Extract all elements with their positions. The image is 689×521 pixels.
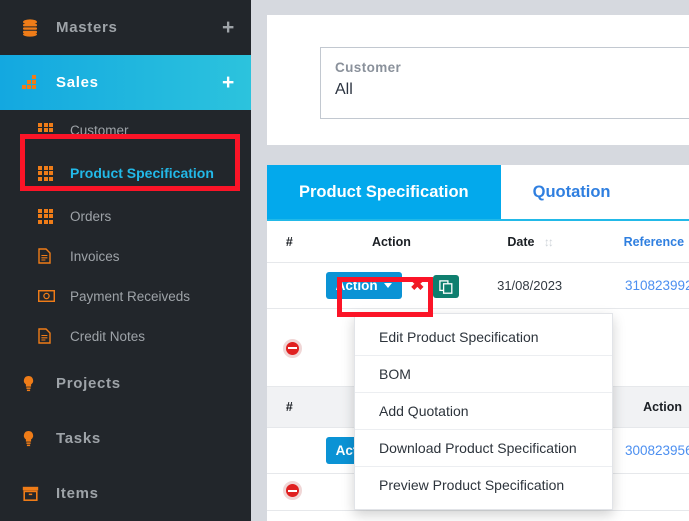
bulb-icon <box>22 375 52 393</box>
customer-select[interactable]: Customer All <box>320 47 689 119</box>
document-icon <box>38 328 68 344</box>
sidebar-group-projects[interactable]: Projects <box>0 356 251 411</box>
sidebar-item-label: Payment Receiveds <box>70 288 191 304</box>
table-row: Action ✖ 31/08/2023 3108239921 <box>267 263 689 309</box>
sidebar-item-customer[interactable]: Customer <box>0 110 251 150</box>
sidebar-group-items[interactable]: Items <box>0 466 251 521</box>
sidebar-group-tasks[interactable]: Tasks <box>0 411 251 466</box>
sub-column-header-hash: # <box>285 400 293 414</box>
reference-link[interactable]: 3008239561 <box>625 443 689 458</box>
sort-updown-icon[interactable]: ↕↕ <box>538 235 554 249</box>
filter-card: Customer All <box>267 15 689 145</box>
reference-link[interactable]: 3108239921 <box>625 278 689 293</box>
sidebar-item-invoices[interactable]: Invoices <box>0 236 251 276</box>
table-header: # Action Date ↕↕ Reference ↕↕ <box>267 221 689 263</box>
grid-icon <box>38 165 68 181</box>
sidebar: Masters + Sales + Customer Product Speci… <box>0 0 251 521</box>
minus-circle-icon[interactable] <box>282 338 302 358</box>
collapse-cell <box>267 474 312 511</box>
sidebar-item-label: Customer <box>70 122 129 138</box>
row-action-cell: Action ✖ <box>312 263 472 309</box>
customer-select-value: All <box>335 81 353 98</box>
sidebar-item-orders[interactable]: Orders <box>0 196 251 236</box>
sidebar-item-label: Product Specification <box>70 165 214 181</box>
menu-item-bom[interactable]: BOM <box>355 356 612 393</box>
bar-chart-icon <box>22 74 52 91</box>
collapse-cell <box>267 309 312 387</box>
sidebar-item-product-specification[interactable]: Product Specification <box>0 150 251 196</box>
action-dropdown-menu: Edit Product Specification BOM Add Quota… <box>354 313 613 510</box>
grid-icon <box>38 122 68 138</box>
add-sales-button[interactable]: + <box>222 72 235 93</box>
row-expander-cell <box>267 263 312 309</box>
menu-item-download-product-specification[interactable]: Download Product Specification <box>355 430 612 467</box>
sidebar-item-label: Orders <box>70 208 112 224</box>
records-panel: Product Specification Quotation # Action… <box>267 165 689 521</box>
copy-icon[interactable] <box>433 275 460 299</box>
column-header-date-label: Date <box>507 235 535 249</box>
menu-item-preview-product-specification[interactable]: Preview Product Specification <box>355 467 612 503</box>
row-expander-cell <box>267 428 312 474</box>
sidebar-item-credit-notes[interactable]: Credit Notes <box>0 316 251 356</box>
action-button-label: Action <box>335 278 378 293</box>
tab-label: Quotation <box>532 182 611 201</box>
sidebar-group-masters[interactable]: Masters + <box>0 0 251 55</box>
tab-label: Product Specification <box>299 182 469 201</box>
chevron-down-icon <box>383 283 392 288</box>
column-header-reference-label: Reference <box>623 235 685 249</box>
grid-icon <box>38 208 68 224</box>
tab-bar: Product Specification Quotation <box>267 165 689 221</box>
action-button[interactable]: Action <box>325 272 402 299</box>
row-date: 31/08/2023 <box>497 278 563 293</box>
main-content: Customer All Product Specification Quota… <box>251 0 689 521</box>
sidebar-group-label: Sales <box>56 74 99 91</box>
sidebar-item-label: Invoices <box>70 248 120 264</box>
bulb-icon <box>22 430 52 448</box>
tab-quotation[interactable]: Quotation <box>500 165 643 219</box>
document-icon <box>38 248 68 264</box>
customer-select-label: Customer <box>335 60 402 75</box>
sidebar-group-label: Items <box>56 485 99 502</box>
money-icon <box>38 290 68 302</box>
menu-item-edit-product-specification[interactable]: Edit Product Specification <box>355 319 612 356</box>
column-header-hash[interactable]: # <box>267 221 312 263</box>
delete-x-icon[interactable]: ✖ <box>410 275 424 294</box>
tab-product-specification[interactable]: Product Specification <box>267 165 501 219</box>
sidebar-group-label: Projects <box>56 375 121 392</box>
sidebar-group-label: Tasks <box>56 430 101 447</box>
box-icon <box>22 486 52 501</box>
sidebar-item-label: Credit Notes <box>70 328 146 344</box>
add-master-button[interactable]: + <box>222 17 235 38</box>
column-header-action[interactable]: Action <box>311 221 472 263</box>
app-root: Masters + Sales + Customer Product Speci… <box>0 0 689 521</box>
sidebar-group-sales[interactable]: Sales + <box>0 55 251 110</box>
menu-item-add-quotation[interactable]: Add Quotation <box>355 393 612 430</box>
minus-circle-icon[interactable] <box>282 481 302 501</box>
row-reference: 3108239921 <box>588 263 689 309</box>
column-header-reference[interactable]: Reference ↕↕ <box>588 221 689 263</box>
sidebar-item-payment-receiveds[interactable]: Payment Receiveds <box>0 276 251 316</box>
sidebar-group-label: Masters <box>56 19 118 36</box>
database-icon <box>22 18 52 37</box>
column-header-date[interactable]: Date ↕↕ <box>471 221 589 263</box>
